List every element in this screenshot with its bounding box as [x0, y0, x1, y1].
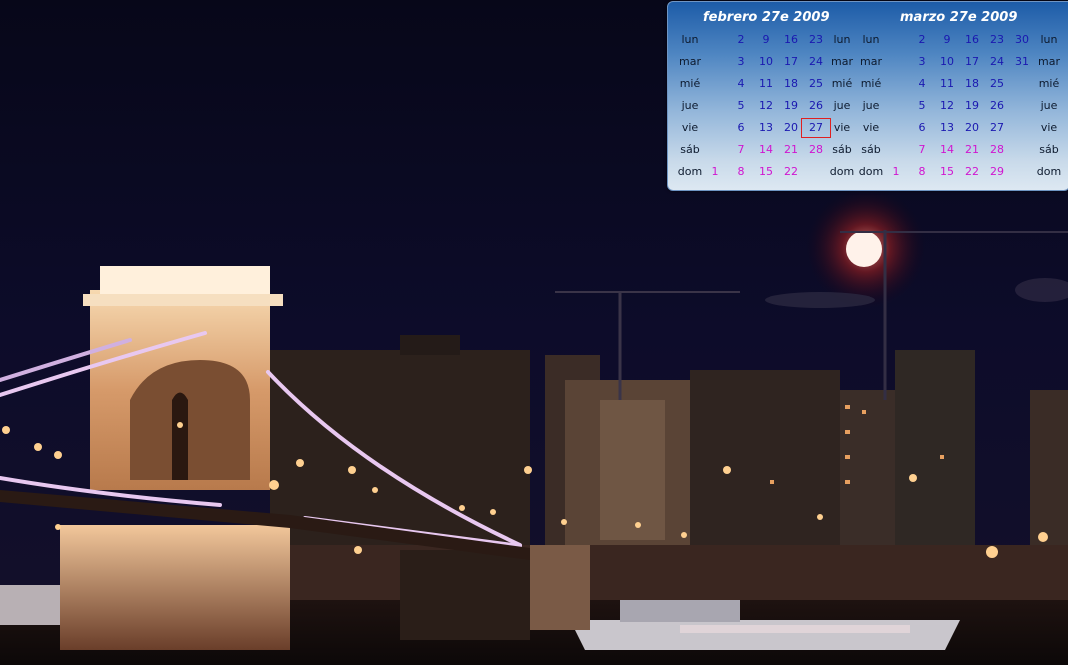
calendar-day[interactable]: 8 [910, 165, 934, 179]
calendar-day[interactable]: 28 [985, 143, 1009, 157]
day-name-label: vie [833, 121, 851, 134]
day-name-label: dom [1036, 165, 1062, 178]
calendar-day[interactable]: 15 [754, 165, 778, 179]
calendar-day[interactable]: 8 [729, 165, 753, 179]
day-name-label: mié [1038, 77, 1060, 90]
calendar-day[interactable]: 29 [985, 165, 1009, 179]
calendar-day[interactable]: 5 [729, 99, 753, 113]
day-name-label: mié [679, 77, 701, 90]
calendar-day[interactable]: 23 [804, 33, 828, 47]
calendar-day[interactable]: 10 [754, 55, 778, 69]
calendar-day[interactable]: 11 [935, 77, 959, 91]
calendar-day[interactable]: 26 [804, 99, 828, 113]
day-name-label: mar [860, 55, 882, 68]
calendar-day[interactable]: 2 [910, 33, 934, 47]
calendar-day[interactable]: 6 [729, 121, 753, 135]
day-name-label: jue [681, 99, 699, 112]
calendar-day[interactable]: 1 [884, 165, 908, 179]
calendar-day[interactable]: 24 [804, 55, 828, 69]
calendar-day[interactable]: 13 [754, 121, 778, 135]
day-name-label: lun [1040, 33, 1058, 46]
calendar-day[interactable]: 17 [960, 55, 984, 69]
calendar-day[interactable]: 20 [960, 121, 984, 135]
day-name-label: mié [860, 77, 882, 90]
calendar-day[interactable]: 19 [960, 99, 984, 113]
day-name-label: vie [1040, 121, 1058, 134]
calendar-day-today[interactable]: 27 [801, 118, 831, 138]
calendar-day[interactable]: 10 [935, 55, 959, 69]
day-name-label: lun [862, 33, 880, 46]
calendar-day[interactable]: 3 [729, 55, 753, 69]
calendar-day[interactable]: 2 [729, 33, 753, 47]
day-name-label: vie [862, 121, 880, 134]
day-name-label: sáb [680, 143, 700, 156]
calendar-day[interactable]: 13 [935, 121, 959, 135]
calendar-day[interactable]: 6 [910, 121, 934, 135]
calendar-day[interactable]: 30 [1010, 33, 1034, 47]
calendar-day[interactable]: 25 [804, 77, 828, 91]
calendar-day[interactable]: 18 [960, 77, 984, 91]
calendar-day[interactable]: 4 [729, 77, 753, 91]
month-title-march: marzo 27e 2009 [900, 10, 1018, 25]
calendar-day[interactable]: 24 [985, 55, 1009, 69]
day-name-label: dom [677, 165, 703, 178]
calendar-day[interactable]: 11 [754, 77, 778, 91]
calendar-day[interactable]: 4 [910, 77, 934, 91]
calendar-day[interactable]: 22 [779, 165, 803, 179]
day-name-label: lun [833, 33, 851, 46]
calendar-day[interactable]: 23 [985, 33, 1009, 47]
calendar-day[interactable]: 25 [985, 77, 1009, 91]
day-name-label: sáb [861, 143, 881, 156]
calendar-day[interactable]: 5 [910, 99, 934, 113]
day-name-label: dom [858, 165, 884, 178]
calendar-day[interactable]: 21 [960, 143, 984, 157]
month-title-february: febrero 27e 2009 [703, 10, 830, 25]
calendar-day[interactable]: 22 [960, 165, 984, 179]
calendar-day[interactable]: 7 [910, 143, 934, 157]
day-name-label: vie [681, 121, 699, 134]
calendar-day[interactable]: 16 [960, 33, 984, 47]
day-name-label: jue [862, 99, 880, 112]
day-name-label: jue [833, 99, 851, 112]
calendar-day[interactable]: 19 [779, 99, 803, 113]
calendar-day[interactable]: 15 [935, 165, 959, 179]
calendar-day[interactable]: 14 [935, 143, 959, 157]
calendar-day[interactable]: 17 [779, 55, 803, 69]
calendar-day[interactable]: 7 [729, 143, 753, 157]
calendar-day[interactable]: 12 [754, 99, 778, 113]
calendar-day[interactable]: 1 [703, 165, 727, 179]
calendar-day[interactable]: 12 [935, 99, 959, 113]
calendar-day[interactable]: 31 [1010, 55, 1034, 69]
day-name-label: mar [1038, 55, 1060, 68]
calendar-day[interactable]: 20 [779, 121, 803, 135]
calendar-day[interactable]: 18 [779, 77, 803, 91]
calendar-day[interactable]: 26 [985, 99, 1009, 113]
calendar-day[interactable]: 9 [754, 33, 778, 47]
calendar-widget: febrero 27e 2009 marzo 27e 2009 lun 2 9 16 2… [667, 1, 1068, 191]
day-name-label: mar [679, 55, 701, 68]
calendar-day[interactable]: 14 [754, 143, 778, 157]
calendar-day[interactable]: 21 [779, 143, 803, 157]
calendar-day[interactable]: 16 [779, 33, 803, 47]
day-name-label: mié [831, 77, 853, 90]
calendar-day[interactable]: 9 [935, 33, 959, 47]
day-name-label: dom [829, 165, 855, 178]
calendar-day[interactable]: 28 [804, 143, 828, 157]
day-name-label: jue [1040, 99, 1058, 112]
calendar-day[interactable]: 3 [910, 55, 934, 69]
day-name-label: lun [681, 33, 699, 46]
day-name-label: mar [831, 55, 853, 68]
calendar-day[interactable]: 27 [985, 121, 1009, 135]
day-name-label: sáb [1039, 143, 1059, 156]
day-name-label: sáb [832, 143, 852, 156]
